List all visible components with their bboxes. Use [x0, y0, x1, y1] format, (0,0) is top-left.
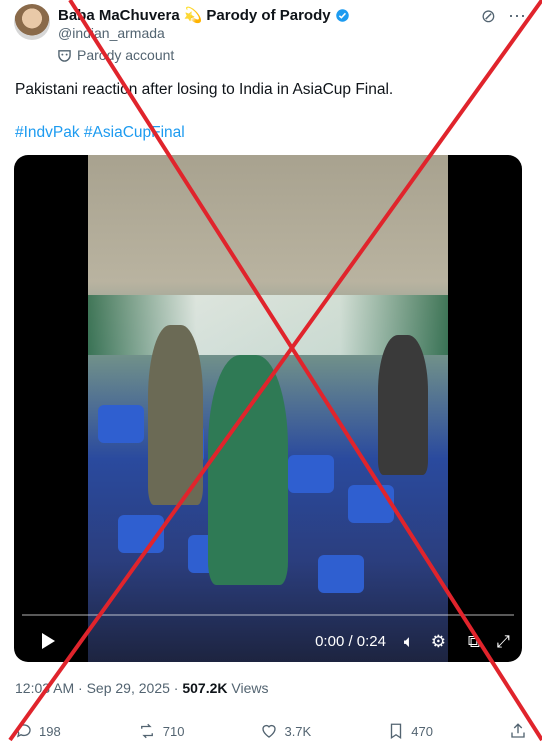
video-progress-bar[interactable]	[22, 614, 514, 616]
repost-icon	[140, 723, 153, 739]
fullscreen-icon[interactable]: ⤢	[496, 632, 510, 652]
views-label: Views	[231, 680, 269, 696]
views-count: 507.2K	[182, 680, 228, 696]
parody-label-text: Parody account	[77, 47, 175, 63]
bookmark-icon	[391, 723, 402, 740]
action-bar: 198 710 3.7K 470	[15, 722, 527, 740]
like-button[interactable]: 3.7K	[260, 722, 311, 740]
repost-count: 710	[162, 723, 185, 739]
author-name-row[interactable]: Baba MaChuvera 💫 Parody of Parody	[58, 6, 350, 24]
repost-button[interactable]: 710	[137, 722, 185, 740]
person-figure	[148, 325, 203, 505]
video-player[interactable]: 0:00 / 0:24 🔈︎ ⚙︎ ⧉ ⤢	[14, 155, 522, 662]
settings-icon[interactable]: ⚙︎	[431, 632, 446, 652]
grok-icon[interactable]: ⊘	[481, 6, 496, 27]
picture-in-picture-icon[interactable]: ⧉	[468, 632, 480, 652]
share-icon	[511, 723, 525, 738]
name-emoji: 💫	[183, 7, 203, 24]
seat	[118, 515, 164, 553]
person-figure	[378, 335, 428, 475]
top-actions: ⊘ ⋯	[481, 6, 526, 27]
more-options-icon[interactable]: ⋯	[508, 6, 526, 27]
author-name-suffix[interactable]: Parody of Parody	[206, 7, 330, 24]
tweet-hashtags[interactable]: #IndvPak #AsiaCupFinal	[15, 124, 185, 142]
seat	[98, 405, 144, 443]
reply-icon	[16, 724, 31, 738]
seat	[288, 455, 334, 493]
meta-separator: ·	[173, 680, 179, 696]
verified-badge-icon	[335, 8, 349, 22]
parody-mask-icon	[58, 49, 71, 62]
tweet-meta: 12:03 AM · Sep 29, 2025 · 507.2K Views	[15, 680, 268, 696]
video-frame	[88, 155, 448, 662]
bookmark-count: 470	[411, 723, 433, 739]
parody-label: Parody account	[58, 47, 174, 63]
like-count: 3.7K	[284, 723, 312, 739]
seat	[348, 485, 394, 523]
timestamp[interactable]: 12:03 AM · Sep 29, 2025	[15, 680, 170, 696]
play-icon[interactable]	[42, 633, 55, 649]
heart-icon	[262, 724, 277, 738]
avatar[interactable]	[14, 4, 50, 40]
author-handle[interactable]: @indian_armada	[58, 25, 165, 41]
volume-icon[interactable]: 🔈︎	[404, 632, 414, 652]
share-button[interactable]	[509, 722, 527, 740]
bookmark-button[interactable]: 470	[387, 722, 433, 740]
seat	[318, 555, 364, 593]
author-name[interactable]: Baba MaChuvera	[58, 7, 180, 24]
person-figure	[208, 355, 288, 585]
video-time: 0:00 / 0:24	[315, 633, 386, 650]
reply-button[interactable]: 198	[15, 722, 61, 740]
tweet-text: Pakistani reaction after losing to India…	[15, 81, 394, 98]
reply-count: 198	[39, 723, 61, 739]
